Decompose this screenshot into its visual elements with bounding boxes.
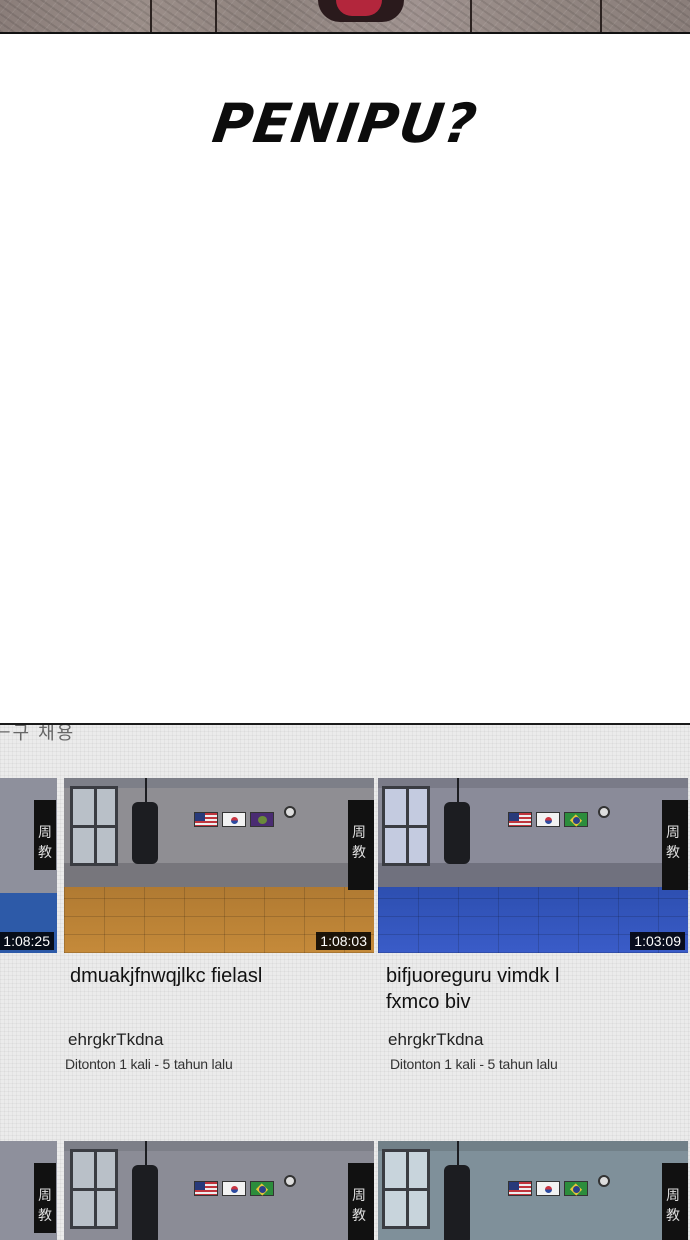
video-title-line-1[interactable]: bifjuoreguru vimdk l bbox=[386, 963, 559, 989]
banner-text: 周 教 bbox=[352, 825, 366, 861]
clock-icon bbox=[598, 806, 610, 818]
video-thumbnail-4[interactable]: 周 教 bbox=[0, 1141, 57, 1240]
banner-text: 周 教 bbox=[666, 825, 680, 861]
video-thumbnail-5[interactable]: 周 教 bbox=[64, 1141, 374, 1240]
video-thumbnail-3[interactable]: 周 教 1:03:09 bbox=[378, 778, 688, 953]
banner-text: 周 教 bbox=[38, 1188, 52, 1224]
brazil-flag-icon bbox=[250, 1181, 274, 1196]
kr-flag-icon bbox=[536, 812, 560, 827]
video-meta: Ditonton 1 kali - 5 tahun lalu bbox=[390, 1056, 558, 1072]
us-flag-icon bbox=[508, 812, 532, 827]
video-meta: Ditonton 1 kali - 5 tahun lalu bbox=[65, 1056, 233, 1072]
video-title-line-2[interactable]: fxmco biv bbox=[386, 989, 470, 1015]
video-thumbnail-2[interactable]: 周 教 1:08:03 bbox=[64, 778, 374, 953]
brazil-flag-icon bbox=[564, 812, 588, 827]
us-flag-icon bbox=[194, 812, 218, 827]
video-duration: 1:08:25 bbox=[0, 932, 54, 950]
video-thumbnail-6[interactable]: 周 教 bbox=[378, 1141, 688, 1240]
banner-text: 周 教 bbox=[352, 1188, 366, 1224]
clock-icon bbox=[284, 806, 296, 818]
video-title[interactable]: dmuakjfnwqjlkc fielasl bbox=[70, 963, 262, 989]
purple-flag-icon bbox=[250, 812, 274, 827]
video-duration: 1:08:03 bbox=[316, 932, 371, 950]
channel-name[interactable]: ehrgkrTkdna bbox=[388, 1030, 483, 1050]
kr-flag-icon bbox=[222, 812, 246, 827]
video-list-panel: ㅡ구 채용 周 教 1:08:25 周 教 1:08:03 周 教 1:03:0… bbox=[0, 723, 690, 1240]
us-flag-icon bbox=[508, 1181, 532, 1196]
caption-text: PENIPU? bbox=[208, 92, 482, 155]
kr-flag-icon bbox=[222, 1181, 246, 1196]
clock-icon bbox=[284, 1175, 296, 1187]
us-flag-icon bbox=[194, 1181, 218, 1196]
kr-flag-icon bbox=[536, 1181, 560, 1196]
channel-name[interactable]: ehrgkrTkdna bbox=[68, 1030, 163, 1050]
top-comic-panel bbox=[0, 0, 690, 34]
video-thumbnail-1[interactable]: 周 教 1:08:25 bbox=[0, 778, 57, 953]
clock-icon bbox=[598, 1175, 610, 1187]
brazil-flag-icon bbox=[564, 1181, 588, 1196]
banner-text: 周 教 bbox=[666, 1188, 680, 1224]
video-duration: 1:03:09 bbox=[630, 932, 685, 950]
banner-text: 周 教 bbox=[38, 825, 52, 861]
header-fragment: ㅡ구 채용 bbox=[0, 723, 76, 743]
